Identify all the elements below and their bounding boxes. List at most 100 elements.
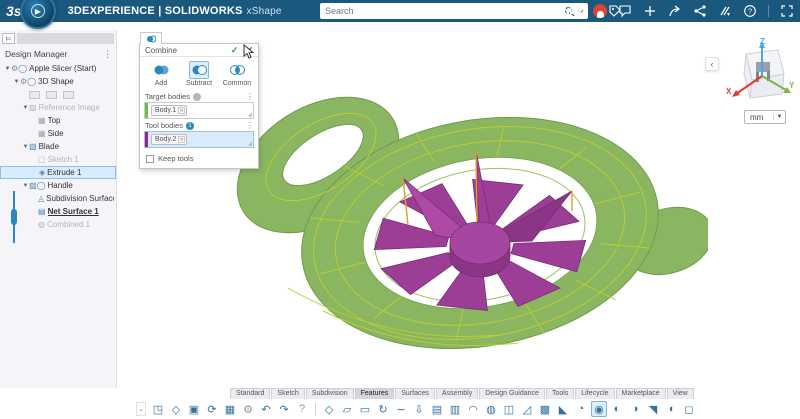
extrude-icon: ◈ bbox=[39, 168, 45, 178]
delete-body-icon[interactable]: ◻ bbox=[681, 401, 697, 417]
rollback-bar[interactable] bbox=[13, 191, 15, 243]
pattern-icon[interactable]: ▩ bbox=[537, 401, 553, 417]
tab-design-guidance[interactable]: Design Guidance bbox=[479, 388, 545, 399]
tree-tab-icon[interactable]: ⊨ bbox=[2, 33, 15, 44]
share-nodes-icon[interactable] bbox=[693, 4, 707, 18]
ok-button[interactable]: ✓ bbox=[231, 45, 239, 56]
share-arrow-icon[interactable] bbox=[668, 4, 682, 18]
chat-bubble-icon[interactable] bbox=[618, 4, 632, 18]
settings-gear-icon[interactable]: ⚙ bbox=[240, 401, 256, 417]
tree-item-reference-image[interactable]: ▼▧Reference Image bbox=[0, 101, 116, 114]
panel-menu-icon[interactable]: ⋮ bbox=[103, 51, 112, 57]
target-body-chip[interactable]: Body.1✕ bbox=[151, 105, 187, 116]
tree-item-3d-shape[interactable]: ▼⚙◯3D Shape bbox=[0, 75, 116, 88]
tree-item-net-surface-1[interactable]: ▤Net Surface 1 bbox=[0, 205, 116, 218]
shortcut-icon[interactable] bbox=[63, 91, 74, 99]
view-triad[interactable]: Z X Y bbox=[722, 36, 796, 108]
panel-tab[interactable] bbox=[17, 33, 114, 44]
fullscreen-icon[interactable] bbox=[780, 4, 794, 18]
add-button[interactable]: Add bbox=[143, 61, 179, 87]
tab-assembly[interactable]: Assembly bbox=[436, 388, 478, 399]
tool-body-chip[interactable]: Body.2✕ bbox=[151, 134, 187, 145]
user-avatar[interactable] bbox=[593, 4, 607, 18]
tree-shortcut-icons[interactable] bbox=[0, 88, 116, 101]
tool-bodies-field[interactable]: Body.2✕ ◢ bbox=[144, 131, 254, 148]
toolbar-collapse-icon[interactable]: ⌄ bbox=[136, 402, 146, 416]
thicken-icon[interactable]: ▤ bbox=[429, 401, 445, 417]
revolve-icon[interactable]: ↻ bbox=[375, 401, 391, 417]
remove-chip-icon[interactable]: ✕ bbox=[178, 136, 185, 143]
tab-lifecycle[interactable]: Lifecycle bbox=[575, 388, 614, 399]
tab-surfaces[interactable]: Surfaces bbox=[395, 388, 435, 399]
model-viewport[interactable] bbox=[228, 83, 708, 351]
tab-features[interactable]: Features bbox=[355, 388, 395, 399]
scale-icon[interactable]: ◥ bbox=[645, 401, 661, 417]
tab-subdivision[interactable]: Subdivision bbox=[306, 388, 354, 399]
draft-icon[interactable]: ◿ bbox=[519, 401, 535, 417]
tree-item-subdivision-surface-1[interactable]: ◬Subdivision Surface 1 bbox=[0, 192, 116, 205]
undo-icon[interactable]: ↶ bbox=[258, 401, 274, 417]
redo-icon[interactable]: ↷ bbox=[276, 401, 292, 417]
offset-icon[interactable]: ▥ bbox=[447, 401, 463, 417]
help-icon[interactable]: ? bbox=[294, 401, 310, 417]
box-icon[interactable]: ▭ bbox=[357, 401, 373, 417]
tree-item-apple-slicer-start-[interactable]: ▼⚙◯Apple Slicer (Start) bbox=[0, 62, 116, 75]
units-value: mm bbox=[745, 113, 773, 122]
user-name[interactable]: Dan DESIGNER bbox=[515, 6, 582, 16]
fillet-icon[interactable]: ◠ bbox=[465, 401, 481, 417]
subtract-button[interactable]: Subtract bbox=[181, 61, 217, 87]
toolbar-divider bbox=[768, 5, 769, 17]
tree-item-combined-1[interactable]: ◍Combined 1 bbox=[0, 218, 116, 231]
new-part-icon[interactable]: ◇ bbox=[168, 401, 184, 417]
save-icon[interactable]: ▣ bbox=[186, 401, 202, 417]
import-image-icon[interactable]: ▦ bbox=[222, 401, 238, 417]
tree-item-top[interactable]: ▦Top bbox=[0, 114, 116, 127]
tab-marketplace[interactable]: Marketplace bbox=[616, 388, 666, 399]
tree-item-label: Sketch 1 bbox=[48, 155, 79, 164]
sync-icon[interactable]: ⟳ bbox=[204, 401, 220, 417]
blade-hub[interactable] bbox=[450, 222, 510, 277]
units-dropdown[interactable]: mm ▼ bbox=[744, 110, 786, 124]
primitive-cube-icon[interactable]: ◇ bbox=[321, 401, 337, 417]
target-options-icon[interactable]: ⋮ bbox=[246, 92, 254, 101]
plus-icon[interactable] bbox=[643, 4, 657, 18]
tab-view[interactable]: View bbox=[667, 388, 694, 399]
tree-item-extrude-1[interactable]: ◈Extrude 1 bbox=[0, 166, 116, 179]
wrap-icon[interactable]: ◔ bbox=[573, 401, 589, 417]
combine-icon[interactable]: ◉ bbox=[591, 401, 607, 417]
remove-chip-icon[interactable]: ✕ bbox=[178, 107, 185, 114]
extrude-cut-icon[interactable]: ⇩ bbox=[411, 401, 427, 417]
intersect-icon[interactable]: ◑ bbox=[627, 401, 643, 417]
reference-plane-icon[interactable]: ▱ bbox=[339, 401, 355, 417]
tab-standard[interactable]: Standard bbox=[230, 388, 270, 399]
mirror-icon[interactable]: ◫ bbox=[501, 401, 517, 417]
keep-tools-checkbox[interactable] bbox=[146, 155, 154, 163]
tab-tools[interactable]: Tools bbox=[546, 388, 574, 399]
collapse-panel-button[interactable]: ‹ bbox=[705, 57, 719, 71]
dome-icon[interactable]: ◖ bbox=[663, 401, 679, 417]
tree-item-side[interactable]: ▦Side bbox=[0, 127, 116, 140]
mouse-cursor bbox=[243, 44, 255, 60]
tab-sketch[interactable]: Sketch bbox=[271, 388, 304, 399]
combine-tab-icon bbox=[146, 34, 156, 44]
trim-icon[interactable]: ◣ bbox=[555, 401, 571, 417]
tree-item-sketch-1[interactable]: ▢Sketch 1 bbox=[0, 153, 116, 166]
shell-icon[interactable]: ◍ bbox=[483, 401, 499, 417]
split-icon[interactable]: ◐ bbox=[609, 401, 625, 417]
target-bodies-field[interactable]: Body.1✕ ◢ bbox=[144, 102, 254, 119]
tree-item-label: Combined 1 bbox=[47, 220, 90, 229]
compass-icon[interactable]: ▶ bbox=[20, 0, 56, 29]
export-icon[interactable]: ◳ bbox=[150, 401, 166, 417]
shortcut-icon[interactable] bbox=[29, 91, 40, 99]
shortcut-icon[interactable] bbox=[46, 91, 57, 99]
image-icon: ▦ bbox=[38, 116, 46, 126]
sketch-gesture-icon[interactable] bbox=[718, 4, 732, 18]
tree-item-handle[interactable]: ▼▧◯Handle bbox=[0, 179, 116, 192]
keep-tools-label: Keep tools bbox=[158, 154, 193, 163]
sweep-icon[interactable]: ∼ bbox=[393, 401, 409, 417]
help-icon[interactable]: ? bbox=[743, 4, 757, 18]
tool-options-icon[interactable]: ⋮ bbox=[246, 121, 254, 130]
dialog-tab[interactable] bbox=[140, 32, 162, 44]
tree-item-blade[interactable]: ▼▧Blade bbox=[0, 140, 116, 153]
common-button[interactable]: Common bbox=[219, 61, 255, 87]
